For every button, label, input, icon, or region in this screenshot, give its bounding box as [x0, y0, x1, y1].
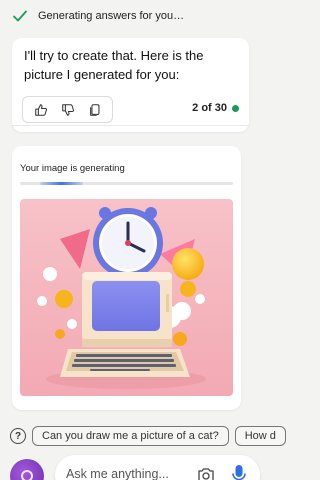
image-card: Your image is generating: [12, 146, 241, 410]
suggestion-row: ? Can you draw me a picture of a cat? Ho…: [10, 426, 286, 446]
thumbs-down-button[interactable]: [59, 101, 77, 119]
feedback-group: [22, 96, 113, 123]
chat-bubble-icon: [21, 470, 33, 480]
generated-image[interactable]: [20, 199, 233, 396]
chat-input[interactable]: Ask me anything...: [55, 455, 260, 480]
retro-computer-clock-illustration: [20, 199, 233, 396]
help-icon[interactable]: ?: [10, 428, 26, 444]
status-dot-icon: [232, 104, 239, 112]
suggestion-chip[interactable]: Can you draw me a picture of a cat?: [32, 426, 229, 446]
copy-icon: [89, 103, 99, 116]
input-placeholder: Ask me anything...: [66, 467, 169, 480]
check-icon: [13, 10, 27, 22]
suggestion-chip[interactable]: How d: [234, 426, 286, 446]
new-topic-button[interactable]: [10, 459, 44, 480]
counter-text: 2 of 30: [192, 102, 227, 114]
thumbs-down-icon: [61, 103, 74, 116]
copy-button[interactable]: [86, 101, 104, 119]
microphone-icon[interactable]: [230, 464, 248, 480]
thumbs-up-button[interactable]: [32, 101, 50, 119]
divider: [12, 125, 249, 126]
page-counter: 2 of 30: [192, 102, 239, 114]
generating-label: Your image is generating: [20, 163, 125, 174]
progress-fill: [40, 182, 83, 185]
status-row: Generating answers for you…: [12, 6, 184, 26]
composer-bar: Ask me anything...: [0, 452, 270, 480]
answer-text: I'll try to create that. Here is the pic…: [24, 48, 204, 82]
progress-bar: [20, 182, 233, 185]
status-text: Generating answers for you…: [38, 10, 185, 22]
thumbs-up-icon: [34, 103, 47, 116]
camera-icon[interactable]: [197, 466, 215, 480]
answer-card: I'll try to create that. Here is the pic…: [12, 38, 249, 132]
